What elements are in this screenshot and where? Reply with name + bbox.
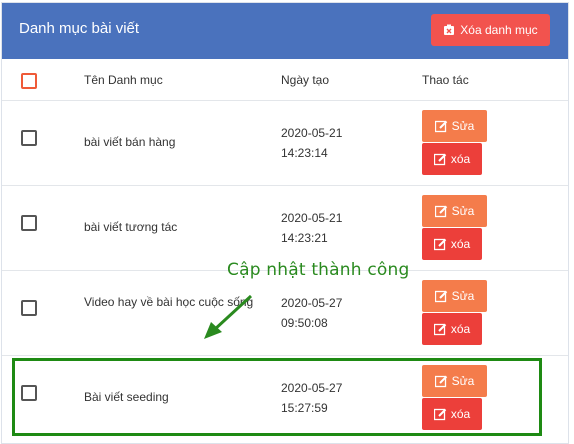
edit-button[interactable]: Sửa: [422, 280, 487, 312]
arrow-icon: [204, 294, 253, 339]
delete-category-button[interactable]: Xóa danh mục: [431, 14, 550, 46]
highlight-box: [12, 358, 542, 436]
created-date-day: 2020-05-21: [281, 126, 343, 140]
edit-button[interactable]: Sửa: [422, 110, 487, 142]
row-checkbox[interactable]: [21, 215, 37, 231]
edit-icon: [434, 290, 447, 302]
table-row: bài viết tương tác 2020-05-21 14:23:21 S…: [2, 186, 568, 271]
edit-icon: [433, 153, 447, 165]
created-date: 2020-05-21 14:23:14: [281, 123, 342, 163]
delete-category-label: Xóa danh mục: [460, 23, 538, 37]
delete-label: xóa: [450, 237, 471, 251]
table-header: Tên Danh mục Ngày tạo Thao tác: [2, 59, 568, 101]
delete-button[interactable]: xóa: [422, 228, 482, 260]
edit-button[interactable]: Sửa: [422, 195, 487, 227]
edit-icon: [434, 120, 447, 132]
row-checkbox[interactable]: [21, 130, 37, 146]
edit-label: Sửa: [451, 289, 475, 303]
edit-icon: [433, 323, 447, 335]
select-all-checkbox[interactable]: [21, 73, 37, 89]
delete-button[interactable]: xóa: [422, 143, 482, 175]
panel-header: Danh mục bài viết Xóa danh mục: [2, 3, 568, 59]
delete-label: xóa: [450, 152, 471, 166]
table-row: bài viết bán hàng 2020-05-21 14:23:14 Sử…: [2, 101, 568, 186]
created-date: 2020-05-21 14:23:21: [281, 208, 342, 248]
created-date-day: 2020-05-21: [281, 211, 343, 225]
column-date: Ngày tạo: [281, 73, 330, 87]
edit-icon: [434, 205, 447, 217]
created-date: 2020-05-27 09:50:08: [281, 293, 342, 333]
created-date-day: 2020-05-27: [281, 296, 343, 310]
column-name: Tên Danh mục: [84, 73, 163, 87]
created-date-time: 14:23:21: [281, 231, 328, 245]
category-name: bài viết tương tác: [84, 220, 178, 234]
success-annotation: Cập nhật thành công: [227, 260, 410, 280]
created-date-time: 14:23:14: [281, 146, 328, 160]
edit-label: Sửa: [451, 204, 475, 218]
row-checkbox[interactable]: [21, 300, 37, 316]
edit-icon: [433, 238, 447, 250]
edit-label: Sửa: [451, 119, 475, 133]
table-row: Video hay về bài học cuộc sống 2020-05-2…: [2, 271, 568, 356]
delete-label: xóa: [450, 322, 471, 336]
delete-button[interactable]: xóa: [422, 313, 482, 345]
category-name: bài viết bán hàng: [84, 135, 176, 149]
trash-x-icon: [444, 24, 455, 35]
column-actions: Thao tác: [422, 73, 469, 87]
page-title: Danh mục bài viết: [19, 20, 140, 37]
created-date-time: 09:50:08: [281, 316, 328, 330]
